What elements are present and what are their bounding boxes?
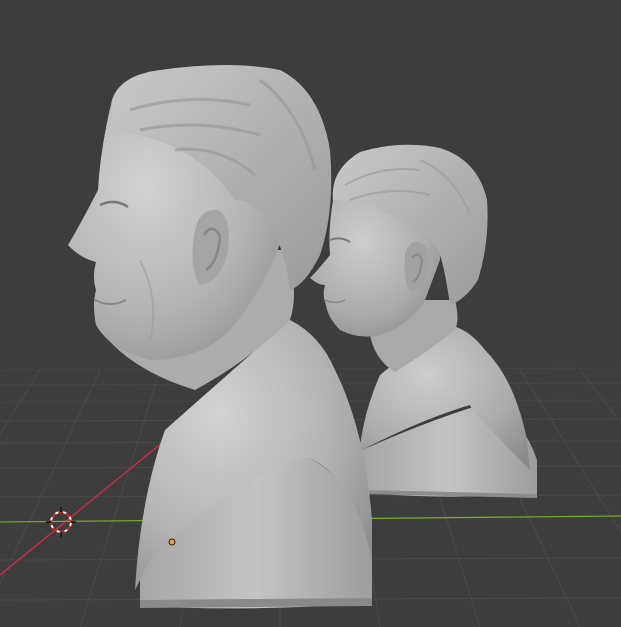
viewport-canvas[interactable] bbox=[0, 0, 621, 627]
object-origin-icon bbox=[168, 538, 176, 546]
bust-sculpt-large[interactable] bbox=[68, 65, 372, 609]
3d-viewport[interactable] bbox=[0, 0, 621, 627]
